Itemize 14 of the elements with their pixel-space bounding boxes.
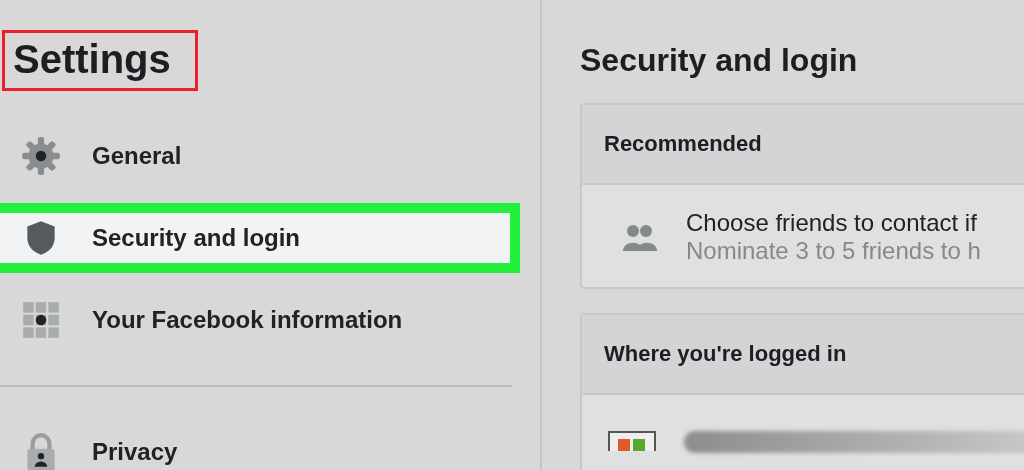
section-heading: Where you're logged in: [582, 315, 1024, 395]
section-heading: Recommended: [582, 105, 1024, 185]
grid-icon: [20, 299, 62, 341]
windows-icon: [608, 431, 656, 451]
sidebar-item[interactable]: Security and login: [0, 203, 520, 273]
people-icon: [622, 223, 658, 251]
row-subtitle: Nominate 3 to 5 friends to h: [686, 237, 981, 265]
gear-icon: [20, 135, 62, 177]
row-title[interactable]: Choose friends to contact if: [686, 209, 981, 237]
sidebar-item[interactable]: Privacy: [0, 417, 520, 470]
sidebar-item[interactable]: Your Facebook information: [0, 285, 520, 355]
sidebar-item[interactable]: General: [0, 121, 520, 191]
page-title: Security and login: [580, 42, 859, 79]
settings-title: Settings: [2, 30, 198, 91]
